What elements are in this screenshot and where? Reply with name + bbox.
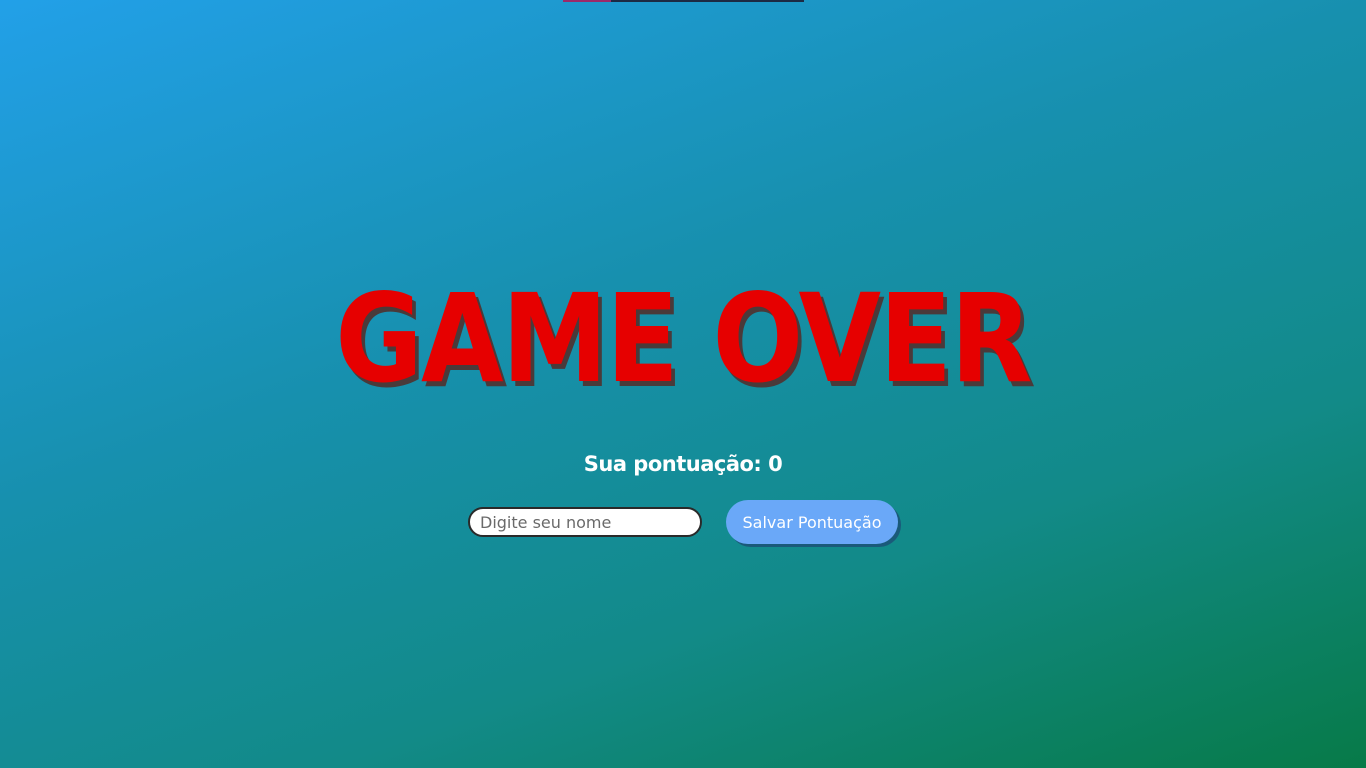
game-over-title: GAME OVER [335, 268, 1032, 411]
save-score-button[interactable]: Salvar Pontuação [726, 500, 898, 544]
player-name-input[interactable] [468, 507, 702, 537]
save-score-form: Salvar Pontuação [468, 500, 908, 546]
top-decoration-bar [563, 0, 804, 2]
score-label: Sua pontuação: 0 [583, 452, 783, 476]
top-decoration-accent [563, 0, 611, 2]
